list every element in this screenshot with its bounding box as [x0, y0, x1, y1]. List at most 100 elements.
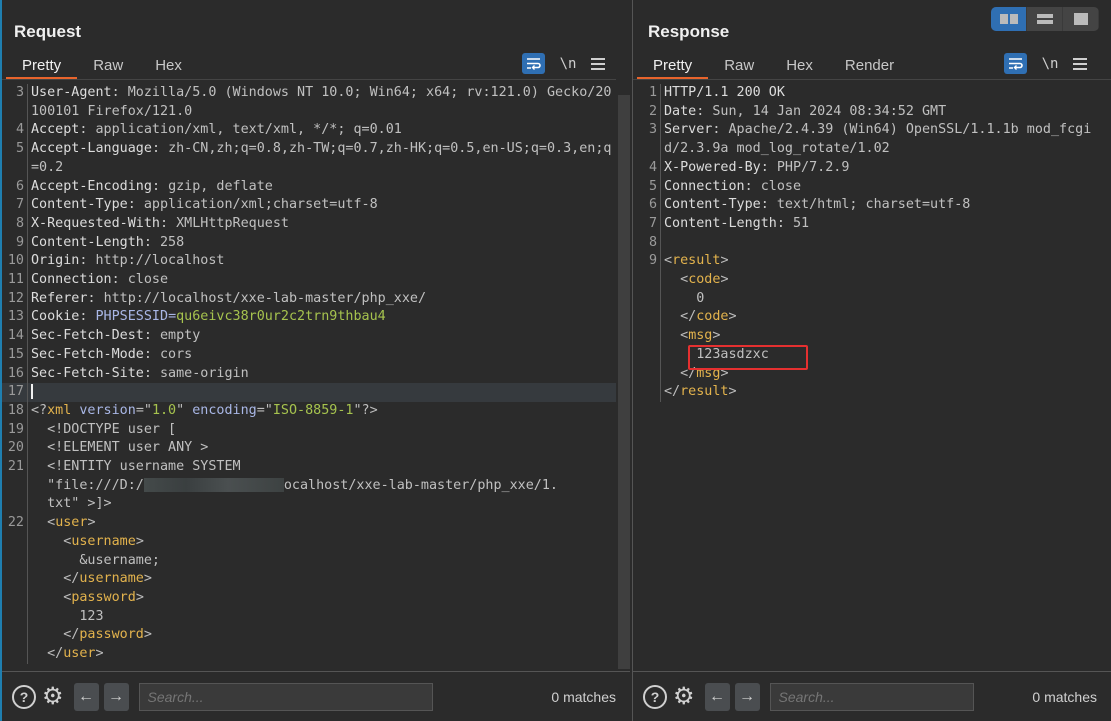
divider	[633, 79, 1111, 80]
header-line: 4 Accept: application/xml, text/xml, */*;…	[2, 121, 616, 141]
layout-toggle	[991, 7, 1099, 31]
request-scrollbar[interactable]	[618, 95, 630, 669]
response-tab-raw[interactable]: Raw	[708, 54, 770, 80]
gear-icon[interactable]: ⚙	[673, 684, 695, 709]
header-line: 6 Content-Type: text/html; charset=utf-8	[633, 196, 1098, 215]
header-value: Apache/2.4.39 (Win64) OpenSSL/1.1.1b mod…	[664, 122, 1092, 157]
header-line: 8 X-Requested-With: XMLHttpRequest	[2, 214, 616, 234]
response-search-input[interactable]	[769, 682, 974, 711]
header-name: X-Requested-With	[31, 215, 160, 231]
header-value: close	[127, 272, 169, 288]
text-cursor	[31, 383, 33, 399]
header-name: Sec-Fetch-Dest	[31, 328, 144, 344]
word-wrap-icon[interactable]	[522, 53, 545, 74]
response-match-count: 0 matches	[1032, 688, 1097, 705]
request-editor[interactable]: 3 User-Agent: Mozilla/5.0 (Windows NT 10.…	[2, 84, 616, 669]
header-line: 15 Sec-Fetch-Mode: cors	[2, 345, 616, 365]
header-name: Referer	[31, 290, 88, 306]
header-value: 51	[793, 215, 810, 231]
show-newlines-icon[interactable]: \n	[559, 56, 577, 72]
response-toolbar: \n	[1004, 53, 1087, 74]
header-line: 14 Sec-Fetch-Dest: empty	[2, 327, 616, 346]
editor-line: 21 <!ENTITY username SYSTEM "file:///D:/…	[2, 458, 616, 515]
request-tab-hex[interactable]: Hex	[139, 54, 198, 80]
request-tab-pretty[interactable]: Pretty	[6, 54, 78, 80]
header-line: 9 Content-Length: 258	[2, 233, 616, 253]
header-name: X-Powered-By	[664, 159, 761, 175]
editor-line: 8	[633, 233, 1098, 253]
layout-stacked-button[interactable]	[1027, 7, 1063, 31]
header-line: 2 Date: Sun, 14 Jan 2024 08:34:52 GMT	[633, 102, 1098, 122]
header-line: 7 Content-Type: application/xml;charset=u…	[2, 196, 616, 215]
editor-line: 20 <!ELEMENT user ANY >	[2, 439, 616, 459]
layout-single-button[interactable]	[1063, 7, 1099, 31]
header-value: application/xml, text/xml, */*; q=0.01	[95, 122, 402, 138]
header-value: XMLHttpRequest	[176, 215, 289, 231]
next-match-button[interactable]: →	[734, 682, 760, 711]
hamburger-menu-icon[interactable]	[1073, 57, 1087, 70]
response-tab-render[interactable]: Render	[829, 54, 910, 80]
header-name: Cookie	[31, 309, 80, 325]
header-line: 6 Accept-Encoding: gzip, deflate	[2, 177, 616, 197]
header-line: 3 Server: Apache/2.4.39 (Win64) OpenSSL/1…	[633, 121, 1098, 159]
header-value: Sun, 14 Jan 2024 08:34:52 GMT	[712, 103, 947, 119]
header-name: Content-Type	[664, 197, 761, 213]
editor-line: 18 <?xml version="1.0" encoding="ISO-885…	[2, 401, 616, 421]
arrow-left-icon: ←	[709, 687, 726, 705]
editor-line: 19 <!DOCTYPE user [	[2, 420, 616, 440]
request-tab-raw[interactable]: Raw	[77, 54, 139, 80]
rows-icon	[1036, 14, 1053, 24]
request-title: Request	[14, 22, 82, 41]
arrow-right-icon: →	[739, 687, 756, 705]
header-value: close	[760, 178, 802, 194]
header-line: 12 Referer: http://localhost/xxe-lab-mast…	[2, 289, 616, 309]
hamburger-menu-icon[interactable]	[591, 57, 605, 70]
code-value: 0	[696, 290, 705, 306]
header-line: 11 Connection: close	[2, 271, 616, 290]
header-name: Sec-Fetch-Site	[31, 365, 144, 381]
editor-line: 17	[2, 383, 616, 402]
request-tabs: Pretty Raw Hex	[6, 54, 198, 80]
response-tab-hex[interactable]: Hex	[770, 54, 829, 80]
header-name: Connection	[664, 178, 745, 194]
layout-side-by-side-button[interactable]	[991, 7, 1027, 31]
arrow-left-icon: ←	[78, 687, 95, 705]
word-wrap-icon[interactable]	[1004, 53, 1027, 74]
help-icon[interactable]: ?	[643, 684, 667, 709]
header-name: Origin	[31, 253, 80, 269]
header-name: Sec-Fetch-Mode	[31, 346, 144, 362]
header-value: Mozilla/5.0 (Windows NT 10.0; Win64; x64…	[31, 85, 612, 119]
highlight-annotation-box	[688, 345, 808, 370]
response-tab-pretty[interactable]: Pretty	[637, 54, 709, 80]
header-value: cors	[160, 346, 193, 362]
editor-line: 9 <result> <code> 0 </code> <msg> 123asd…	[633, 252, 1098, 402]
header-name: User-Agent	[31, 85, 112, 100]
columns-icon	[999, 14, 1018, 24]
show-newlines-icon[interactable]: \n	[1041, 56, 1059, 72]
next-match-button[interactable]: →	[103, 682, 129, 711]
header-name: Date	[664, 103, 697, 119]
divider	[2, 79, 616, 80]
previous-match-button[interactable]: ←	[73, 682, 99, 711]
previous-match-button[interactable]: ←	[704, 682, 730, 711]
header-value: same-origin	[160, 365, 249, 381]
cookie-name: PHPSESSID	[95, 309, 169, 325]
help-icon[interactable]: ?	[12, 684, 36, 709]
request-toolbar: \n	[522, 53, 605, 74]
header-value: http://localhost/xxe-lab-master/php_xxe/	[103, 290, 427, 306]
request-search-input[interactable]	[138, 682, 433, 711]
header-name: Accept-Encoding	[31, 178, 152, 194]
single-panel-icon	[1073, 13, 1088, 25]
header-line: 5 Accept-Language: zh-CN,zh;q=0.8,zh-TW;q…	[2, 140, 616, 178]
request-pane: Request Pretty Raw Hex \n 3 User-Agent: M…	[0, 0, 630, 721]
response-footer: ? ⚙ ← → 0 matches	[633, 671, 1111, 721]
editor-line: 1 HTTP/1.1 200 OK	[633, 84, 1098, 103]
header-name: Accept	[31, 122, 80, 138]
header-line: 16 Sec-Fetch-Site: same-origin	[2, 364, 616, 384]
response-editor[interactable]: 1 HTTP/1.1 200 OK 2 Date: Sun, 14 Jan 202…	[633, 84, 1098, 669]
gear-icon[interactable]: ⚙	[42, 684, 64, 709]
arrow-right-icon: →	[108, 687, 125, 705]
request-match-count: 0 matches	[551, 688, 616, 705]
response-tabs: Pretty Raw Hex Render	[637, 54, 910, 80]
redacted-region	[143, 477, 284, 492]
